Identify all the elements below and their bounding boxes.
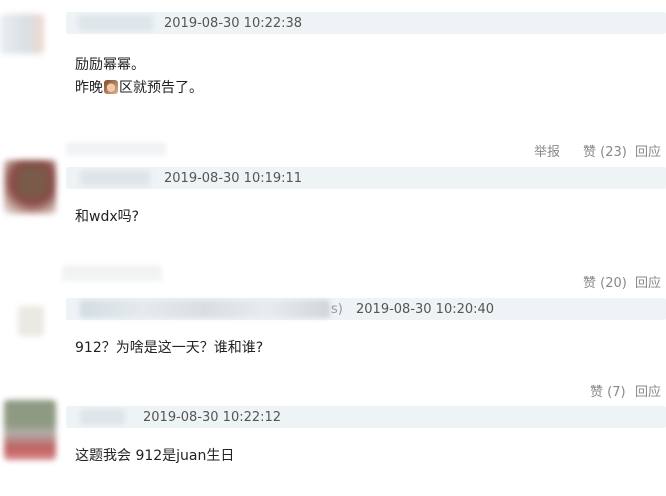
reply-button[interactable]: 回应 <box>635 141 661 160</box>
comment-text: 这题我会 912是juan生日 <box>75 448 235 464</box>
comment-text: 励励幂幂。 <box>75 55 145 75</box>
username <box>62 265 162 281</box>
report-link[interactable]: 举报 <box>534 141 560 160</box>
like-button[interactable]: 赞 (23) <box>583 141 627 160</box>
cat-face-emoji-icon <box>104 80 118 94</box>
username[interactable] <box>80 170 150 186</box>
timestamp: 2019-08-30 10:22:38 <box>164 16 303 31</box>
username-suffix: s) <box>331 302 343 317</box>
comment-header <box>66 12 666 34</box>
timestamp: 2019-08-30 10:22:12 <box>143 410 282 425</box>
username[interactable] <box>80 300 330 318</box>
like-button[interactable]: 赞 (7) <box>590 381 626 400</box>
timestamp: 2019-08-30 10:19:11 <box>164 171 303 186</box>
username <box>66 142 166 156</box>
timestamp: 2019-08-30 10:20:40 <box>356 302 495 317</box>
comment-line: 昨晚 <box>75 80 103 96</box>
avatar[interactable] <box>0 14 44 54</box>
avatar[interactable] <box>18 306 44 336</box>
comment-line: 区就预告了。 <box>119 80 203 96</box>
reply-button[interactable]: 回应 <box>635 381 661 400</box>
comment-text: 912？为啥是这一天？谁和谁? <box>75 340 264 356</box>
like-button[interactable]: 赞 (20) <box>583 272 627 291</box>
username[interactable] <box>78 15 153 31</box>
comment-text: 和wdx吗? <box>75 209 140 225</box>
username[interactable] <box>80 409 125 425</box>
comment-header <box>66 167 666 189</box>
comment-text: 昨晚 区就预告了。 <box>75 78 203 98</box>
reply-button[interactable]: 回应 <box>635 272 661 291</box>
avatar[interactable] <box>4 400 56 460</box>
avatar[interactable] <box>4 160 56 214</box>
comment-line: 励励幂幂。 <box>75 57 145 73</box>
